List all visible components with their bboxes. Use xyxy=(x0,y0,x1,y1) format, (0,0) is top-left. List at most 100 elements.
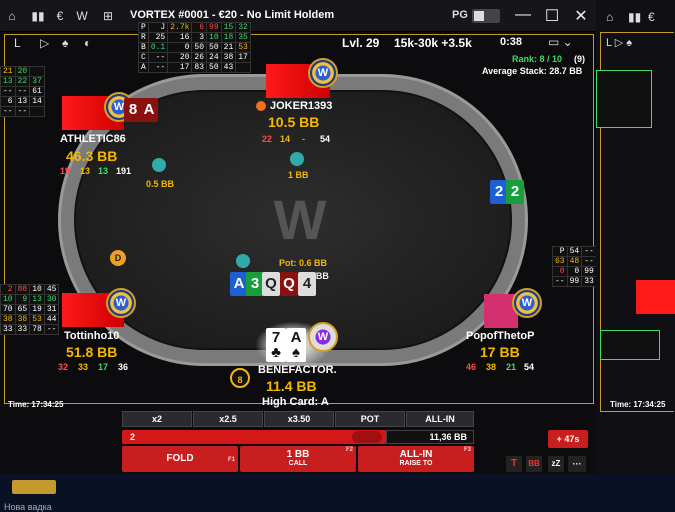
pot-chips-icon xyxy=(236,254,250,268)
more-icon[interactable]: ··· xyxy=(568,456,586,472)
dealer-button: D xyxy=(110,250,126,266)
minimize-icon[interactable]: — xyxy=(512,6,534,24)
timer: 0:38 xyxy=(500,36,523,48)
joker-avatar[interactable]: W xyxy=(308,58,338,88)
board-card-4: Q xyxy=(280,272,298,296)
rank: Rank: 8 / 10 xyxy=(512,54,563,64)
joker-stat-2: 14 xyxy=(280,134,291,144)
stats-icon-2[interactable]: ▮▮ xyxy=(628,10,641,24)
joker-chips-icon xyxy=(290,152,304,166)
second-hud xyxy=(596,70,652,128)
play-icon[interactable]: ▷ xyxy=(40,36,49,50)
fold-button[interactable]: FOLD F1 xyxy=(122,446,238,472)
fold-key: F1 xyxy=(227,457,235,463)
hero-card-1-rank: 7 xyxy=(271,329,281,346)
tottinho-stat-3: 17 xyxy=(98,362,109,372)
w-logo: W xyxy=(273,188,327,251)
tottinho-name[interactable]: Tottinho10 xyxy=(64,330,119,342)
athletic-name[interactable]: ATHLETIC86 xyxy=(60,133,126,145)
grid-icon[interactable]: ⊞ xyxy=(100,8,116,24)
l-icon[interactable]: L xyxy=(14,36,21,50)
blinds: 15k-30k +3.5k xyxy=(394,36,472,50)
hero-hand: High Card: A xyxy=(262,396,329,408)
stats-icon[interactable]: ▮▮ xyxy=(30,8,46,24)
left-hud: 21 20 13 22 37 -- -- 61 6 13 14 -- -- xyxy=(0,66,45,117)
pot: Pot: 0.6 BB xyxy=(279,258,328,268)
slider-value: 2 xyxy=(130,432,136,442)
l-icon-2[interactable]: L ▷ ♠ xyxy=(606,36,632,49)
home-icon[interactable]: ⌂ xyxy=(4,8,20,24)
palette-icon[interactable]: ◐ xyxy=(84,36,91,50)
joker-stat-4: 54 xyxy=(320,134,331,144)
raise-key: F3 xyxy=(463,447,471,453)
tottinho-avatar[interactable]: W xyxy=(106,288,136,318)
w-icon[interactable]: W xyxy=(74,8,90,24)
popof-name[interactable]: PopofThetoP xyxy=(466,330,534,342)
size-x2-5-button[interactable]: x2.5 xyxy=(193,411,263,427)
raise-button[interactable]: ALL-IN RAISE TO F3 xyxy=(358,446,474,472)
action-dot xyxy=(256,101,266,111)
top-hud: P J 2.7k 6 99 15 32 R 25 16 3 10 18 35 B 0.1 0 50 50 21 53… xyxy=(138,22,251,73)
footer-text: Нова вадка xyxy=(4,502,52,512)
taskbar-thumbnail[interactable] xyxy=(12,480,56,494)
popof-stat-4: 54 xyxy=(524,362,535,372)
hero-card-1: 7 ♣ xyxy=(266,328,286,362)
sleep-icon[interactable]: zZ xyxy=(548,456,564,472)
joker-stat-3: - xyxy=(302,134,305,144)
raise-sub: RAISE TO xyxy=(399,460,433,467)
joker-name[interactable]: JOKER1393 xyxy=(270,100,332,112)
tottinho-stat-1: 32 xyxy=(58,362,69,372)
menu-icon[interactable]: ▭ ⌄ xyxy=(548,35,573,49)
hero-name[interactable]: BENEFACTOR. xyxy=(258,364,337,376)
average-stack: Average Stack: 28.7 BB xyxy=(482,66,583,76)
bb-icon[interactable]: BB xyxy=(526,456,542,472)
popof-stack: 17 BB xyxy=(480,344,520,360)
bet-amount-input[interactable]: 11,36 BB xyxy=(386,430,474,444)
home-icon-2[interactable]: ⌂ xyxy=(606,10,613,24)
athletic-stat-1: 19 xyxy=(60,166,71,176)
close-icon[interactable]: ✕ xyxy=(570,6,592,26)
popof-stat-3: 21 xyxy=(506,362,517,372)
cards-icon[interactable]: ♠ xyxy=(62,36,68,50)
board-card-5: 4 xyxy=(298,272,316,296)
slider-handle[interactable] xyxy=(352,431,382,443)
athletic-stat-3: 13 xyxy=(98,166,109,176)
pg-label: PG xyxy=(452,9,468,21)
athletic-stat-2: 13 xyxy=(80,166,91,176)
popof-avatar[interactable]: W xyxy=(512,288,542,318)
joker-bet: 1 BB xyxy=(288,170,309,180)
call-key: F2 xyxy=(345,447,353,453)
seat-number: 8 xyxy=(230,368,250,388)
pg-toggle[interactable] xyxy=(472,9,500,23)
bet-slider[interactable] xyxy=(122,430,386,444)
size-pot-button[interactable]: POT xyxy=(335,411,405,427)
left-hud-2: 2 88 10 45 10 9 13 30 70 65 19 31 38 38 53 44 33 33 78… xyxy=(0,284,60,335)
call-label: 1 BB xyxy=(286,449,310,460)
raise-label: ALL-IN xyxy=(399,449,433,460)
second-table-window: ⌂ ▮▮ € L ▷ ♠ Time: 17:34:25 xyxy=(596,0,675,512)
call-sub: CALL xyxy=(288,460,308,467)
euro-icon-2[interactable]: € xyxy=(648,10,655,24)
time-bank-button[interactable]: + 47s xyxy=(548,430,588,448)
time-left: Time: 17:34:25 xyxy=(8,400,64,409)
athletic-stat-4: 191 xyxy=(116,166,132,176)
tottinho-stat-2: 33 xyxy=(78,362,89,372)
board-card-3: Q xyxy=(262,272,280,296)
t-icon[interactable]: T xyxy=(506,456,522,472)
athletic-chips-icon xyxy=(152,158,166,172)
hero-card-2-rank: A xyxy=(290,329,302,346)
size-x3-5-button[interactable]: x3.50 xyxy=(264,411,334,427)
popof-stat-1: 46 xyxy=(466,362,477,372)
popof-stat-2: 38 xyxy=(486,362,497,372)
call-button[interactable]: 1 BB CALL F2 xyxy=(240,446,356,472)
maximize-icon[interactable]: ☐ xyxy=(541,6,563,26)
euro-icon[interactable]: € xyxy=(52,8,68,24)
second-flag xyxy=(636,280,675,314)
size-x2-button[interactable]: x2 xyxy=(122,411,192,427)
size-allin-button[interactable]: ALL-IN xyxy=(406,411,474,427)
athletic-bet: 0.5 BB xyxy=(146,179,175,189)
athletic-card-2: A xyxy=(140,98,158,122)
rank-count: (9) xyxy=(574,54,585,64)
hero-avatar[interactable]: W xyxy=(308,322,338,352)
athletic-stack: 46.3 BB xyxy=(66,148,118,164)
